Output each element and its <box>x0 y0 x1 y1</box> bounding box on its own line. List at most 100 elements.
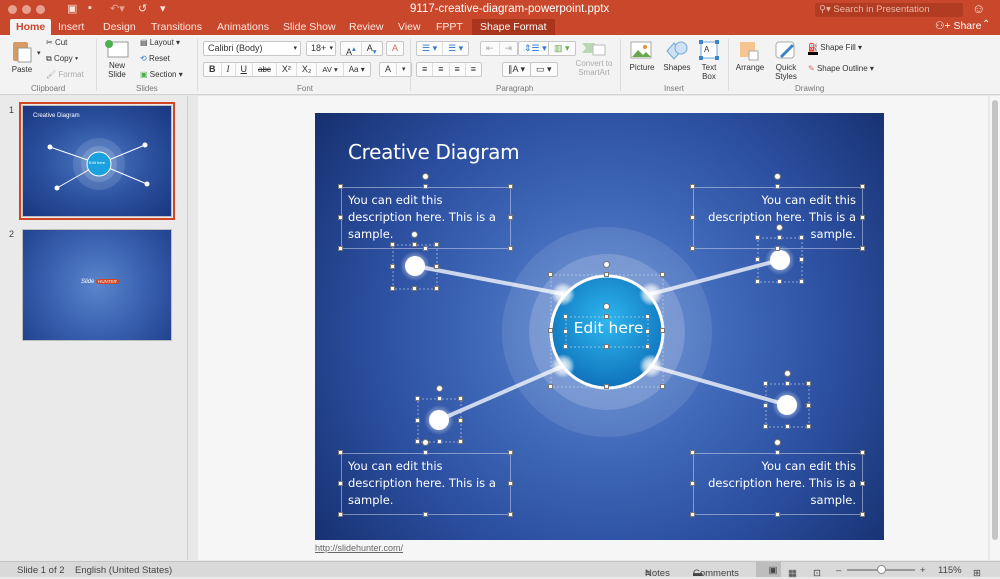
resize-handle[interactable] <box>604 344 609 349</box>
font-color-button[interactable]: A ▾ <box>379 62 412 77</box>
resize-handle[interactable] <box>604 384 609 389</box>
resize-handle[interactable] <box>799 279 804 284</box>
resize-handle[interactable] <box>338 215 343 220</box>
resize-handle[interactable] <box>338 481 343 486</box>
resize-handle[interactable] <box>775 450 780 455</box>
subscript-button[interactable]: X₂ <box>297 63 318 76</box>
node-bottom-right[interactable] <box>777 395 797 415</box>
resize-handle[interactable] <box>777 235 782 240</box>
resize-handle[interactable] <box>415 417 420 423</box>
resize-handle[interactable] <box>548 328 553 333</box>
description-textbox-top-left[interactable]: You can edit this description here. This … <box>341 187 511 249</box>
resize-handle[interactable] <box>423 246 428 251</box>
bold-button[interactable]: B <box>204 63 222 76</box>
resize-handle[interactable] <box>338 450 343 455</box>
resize-handle[interactable] <box>763 424 768 429</box>
minimize-window-button[interactable] <box>22 5 31 14</box>
resize-handle[interactable] <box>690 481 695 486</box>
resize-handle[interactable] <box>338 512 343 517</box>
columns-button[interactable]: ▥ ▾ <box>548 41 576 56</box>
customize-toolbar-icon[interactable]: ▾ <box>160 2 166 15</box>
tab-home[interactable]: Home <box>10 19 52 35</box>
format-painter-button[interactable]: 🖌 Format <box>46 70 84 79</box>
resize-handle[interactable] <box>799 257 804 262</box>
save-icon[interactable]: ▪ <box>88 2 92 14</box>
tab-transitions[interactable]: Transitions <box>145 19 208 35</box>
undo-icon[interactable]: ↶▾ <box>110 2 125 15</box>
resize-handle[interactable] <box>508 184 513 189</box>
resize-handle[interactable] <box>690 450 695 455</box>
layout-button[interactable]: ▤ Layout ▾ <box>140 38 180 47</box>
resize-handle[interactable] <box>860 215 865 220</box>
slide-thumbnail-2[interactable]: Slide HUNTER <box>22 229 172 341</box>
rotate-handle[interactable] <box>411 231 418 238</box>
slide-title[interactable]: Creative Diagram <box>348 140 520 164</box>
search-input[interactable]: ⚲▾ Search in Presentation <box>815 3 963 17</box>
resize-handle[interactable] <box>860 481 865 486</box>
shape-fill-button[interactable]: ⛽ Shape Fill ▾ <box>808 43 862 55</box>
zoom-in-button[interactable]: + <box>920 565 926 576</box>
arrange-button[interactable]: Arrange <box>734 39 766 72</box>
cut-button[interactable]: ✂ Cut <box>46 38 67 47</box>
resize-handle[interactable] <box>860 184 865 189</box>
vertical-scrollbar[interactable] <box>990 96 1000 560</box>
resize-handle[interactable] <box>806 381 811 386</box>
resize-handle[interactable] <box>412 286 417 291</box>
resize-handle[interactable] <box>690 246 695 251</box>
language-indicator[interactable]: English (United States) <box>75 565 172 576</box>
tab-slide-show[interactable]: Slide Show <box>277 19 342 35</box>
close-window-button[interactable] <box>8 5 17 14</box>
tab-fppt[interactable]: FPPT <box>430 19 469 35</box>
node-top-right[interactable] <box>770 250 790 270</box>
slide-canvas[interactable]: Creative Diagram You can edit this descri… <box>315 113 884 540</box>
paste-button[interactable]: Paste <box>8 39 36 74</box>
collapse-ribbon-icon[interactable]: ⌃ <box>982 19 990 30</box>
description-textbox-bottom-left[interactable]: You can edit this description here. This … <box>341 453 511 515</box>
decrease-font-size-button[interactable]: A▾ <box>362 42 382 56</box>
italic-button[interactable]: I <box>222 63 236 76</box>
resize-handle[interactable] <box>434 286 439 291</box>
resize-handle[interactable] <box>508 246 513 251</box>
resize-handle[interactable] <box>458 396 463 401</box>
rotate-handle[interactable] <box>603 303 610 310</box>
copy-button[interactable]: ⧉ Copy ▾ <box>46 54 78 64</box>
resize-handle[interactable] <box>763 402 768 408</box>
resize-handle[interactable] <box>860 246 865 251</box>
resize-handle[interactable] <box>604 272 609 277</box>
resize-handle[interactable] <box>423 184 428 189</box>
resize-handle[interactable] <box>563 329 568 334</box>
rotate-handle[interactable] <box>603 261 610 268</box>
sidebar-toggle-icon[interactable]: ▣ <box>67 2 77 15</box>
resize-handle[interactable] <box>458 417 463 423</box>
resize-handle[interactable] <box>806 402 811 408</box>
resize-handle[interactable] <box>775 512 780 517</box>
resize-handle[interactable] <box>690 512 695 517</box>
resize-handle[interactable] <box>423 450 428 455</box>
rotate-handle[interactable] <box>422 439 429 446</box>
quick-styles-button[interactable]: Quick Styles <box>771 39 801 81</box>
convert-to-smartart-button[interactable]: Convert to SmartArt <box>574 39 614 77</box>
tab-insert[interactable]: Insert <box>52 19 90 35</box>
decrease-indent-button[interactable]: ⇤ <box>481 42 500 55</box>
node-top-left[interactable] <box>405 256 425 276</box>
align-right-button[interactable]: ≡ <box>450 63 466 76</box>
feedback-smiley-icon[interactable]: ☺ <box>972 1 985 16</box>
character-spacing-button[interactable]: AV ▾ <box>317 63 344 76</box>
resize-handle[interactable] <box>645 344 650 349</box>
tab-review[interactable]: Review <box>343 19 389 35</box>
tab-shape-format[interactable]: Shape Format <box>472 19 555 35</box>
resize-handle[interactable] <box>434 242 439 247</box>
zoom-level[interactable]: 115% <box>938 565 962 576</box>
resize-handle[interactable] <box>423 512 428 517</box>
font-family-select[interactable]: Calibri (Body) ▾ <box>203 41 301 56</box>
rotate-handle[interactable] <box>422 173 429 180</box>
resize-handle[interactable] <box>390 286 395 291</box>
zoom-slider-thumb[interactable] <box>877 565 886 574</box>
resize-handle[interactable] <box>548 272 553 277</box>
rotate-handle[interactable] <box>783 370 791 377</box>
text-box-button[interactable]: A Text Box <box>697 39 721 81</box>
share-button[interactable]: ⚇+ Share <box>935 20 982 32</box>
description-textbox-bottom-right[interactable]: You can edit this description here. This … <box>693 453 863 515</box>
justify-button[interactable]: ≡ <box>466 63 481 76</box>
resize-handle[interactable] <box>755 257 760 262</box>
